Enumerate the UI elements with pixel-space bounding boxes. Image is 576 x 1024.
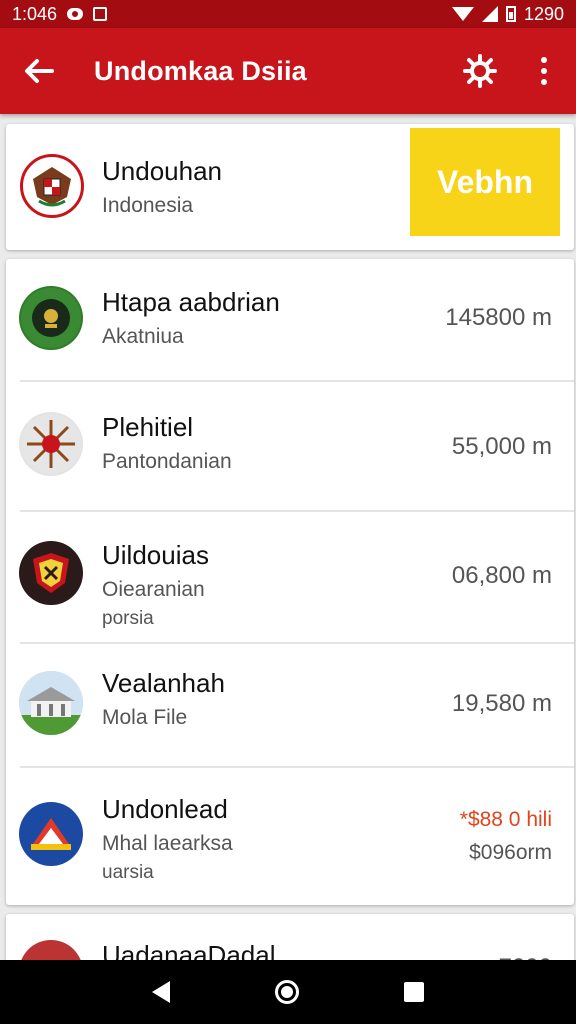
item-amount: 19,580 m	[451, 690, 552, 717]
price-marker: *	[459, 808, 468, 831]
item-subtitle: Mola File	[102, 706, 188, 729]
item-name: Vealanhah	[102, 668, 225, 698]
sun-emblem-logo	[19, 412, 83, 476]
status-bar: 1:046 1290	[0, 0, 576, 28]
image-notification-icon	[93, 7, 108, 21]
flag-logo	[19, 802, 83, 866]
back-button[interactable]	[0, 28, 78, 114]
item-amount-value: $88 0 hili	[467, 808, 552, 831]
emblem-logo	[20, 154, 84, 218]
nav-recents-icon[interactable]	[403, 982, 424, 1002]
arrow-left-icon	[25, 59, 54, 83]
header-name: Undouhan	[102, 156, 222, 186]
item-subtitle: Oiearanian	[102, 578, 205, 601]
status-time: 1:046	[12, 3, 58, 24]
item-subtitle: Akatniua	[102, 325, 184, 348]
list-item[interactable]: Vealanhah Mola File 19,580 m	[6, 644, 574, 766]
list-card: Htapa aabdrian Akatniua 145800 m Plehiti…	[6, 259, 574, 905]
battery-icon	[505, 6, 516, 22]
list-item[interactable]: Plehitiel Pantondanian 55,000 m	[6, 382, 574, 510]
nav-home-icon[interactable]	[274, 980, 299, 1004]
list-item[interactable]: Uildouias Oiearanian porsia 06,800 m	[6, 512, 574, 642]
item-name: Htapa aabdrian	[102, 287, 280, 317]
item-name: Undonlead	[102, 794, 228, 824]
page-title: Undomkaa Dsiia	[94, 55, 307, 86]
building-photo	[19, 671, 83, 735]
item-amount: 55,000 m	[451, 433, 552, 460]
list-item[interactable]: Undonlead Mhal laearksa uarsia *$88 0 hi…	[6, 768, 574, 905]
list-item[interactable]: Htapa aabdrian Akatniua 145800 m	[6, 259, 574, 381]
app-bar: Undomkaa Dsiia	[0, 28, 576, 114]
item-amount: *$88 0 hili	[460, 808, 552, 832]
wifi-icon	[451, 7, 474, 21]
nav-back-icon[interactable]	[152, 981, 171, 1003]
item-subtitle-2: porsia	[102, 608, 154, 629]
item-subtitle: Mhal laearksa	[102, 832, 233, 855]
settings-button[interactable]	[448, 28, 512, 114]
gear-icon	[463, 54, 497, 88]
more-vert-icon	[541, 57, 547, 85]
item-subtitle: Pantondanian	[102, 450, 232, 473]
signal-icon	[481, 6, 498, 22]
notification-icon	[67, 8, 84, 20]
view-button[interactable]: Vebhn	[410, 128, 560, 236]
header-card[interactable]: Undouhan Indonesia Vebhn	[6, 124, 574, 250]
status-right-text: 1290	[523, 3, 564, 24]
shield-emblem-logo	[19, 541, 83, 605]
header-subtitle: Indonesia	[102, 194, 194, 217]
badge-logo	[19, 286, 83, 350]
item-name: Uildouias	[102, 540, 209, 570]
item-amount: 145800 m	[445, 304, 552, 331]
more-options-button[interactable]	[512, 28, 576, 114]
item-name: Plehitiel	[102, 412, 194, 442]
item-subtitle-2: uarsia	[102, 862, 154, 883]
item-amount-secondary: $096orm	[469, 841, 552, 864]
screen: 1:046 1290 Undomkaa Dsiia Undouhan Indon…	[0, 0, 576, 1024]
item-amount: 06,800 m	[451, 562, 552, 589]
system-nav-bar	[0, 960, 576, 1024]
